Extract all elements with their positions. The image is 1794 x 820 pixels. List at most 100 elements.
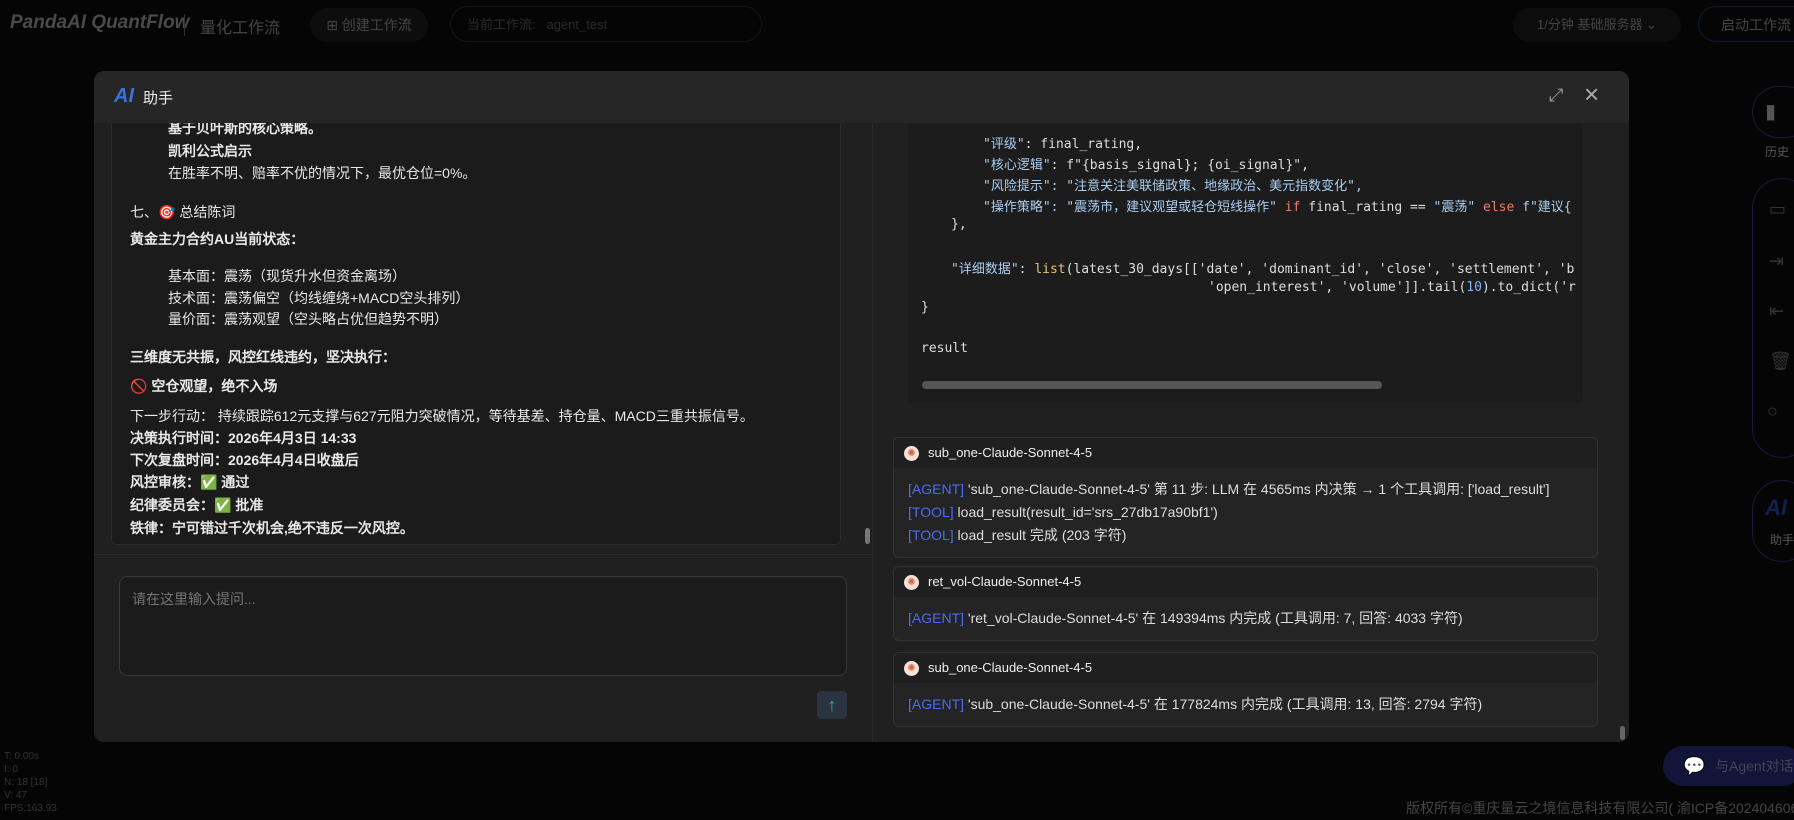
assistant-label: 助手 — [1769, 533, 1794, 547]
log-line: [AGENT] 'sub_one-Claude-Sonnet-4-5' 第 11… — [908, 478, 1583, 501]
log-text: 'sub_one-Claude-Sonnet-4-5' 第 11 步: LLM … — [964, 481, 1550, 497]
claude-avatar-icon: ✺ — [904, 446, 919, 461]
copyright-footer: 版权所有©重庆量云之境信息科技有限公司( 渝ICP备2024046064号 — [1406, 800, 1794, 816]
app-subtitle: 量化工作流 — [200, 20, 281, 37]
code-line: "详细数据": list(latest_30_days[['date', 'do… — [951, 262, 1575, 277]
chat-line: 风控审核：✅ 通过 — [130, 474, 250, 490]
expand-icon[interactable]: ⤢ — [1549, 85, 1563, 106]
log-tag: [TOOL] — [908, 504, 954, 520]
app-logo: PandaAI QuantFlow — [10, 12, 190, 33]
log-scrollbar[interactable] — [1620, 726, 1625, 740]
assistant-modal: AI 助手 ⤢ × 基于贝叶斯的核心策略。 凯利公式启示在胜率不明、赔率不优的情况… — [94, 71, 1629, 742]
agent-log-card: ✺ sub_one-Claude-Sonnet-4-5 [AGENT] 'sub_o… — [893, 652, 1598, 727]
chat-line: 三维度无共振，风控红线违约，坚决执行： — [130, 349, 396, 365]
card-body: [AGENT] 'sub_one-Claude-Sonnet-4-5' 第 11… — [894, 468, 1597, 557]
stat-n: N: 18 [18] — [4, 777, 48, 788]
agent-log-card: ✺ ret_vol-Claude-Sonnet-4-5 [AGENT] 'ret_v… — [893, 566, 1598, 641]
bar-chart-icon: ▮ — [1765, 101, 1777, 123]
circle-icon[interactable]: ○ — [1767, 401, 1778, 422]
card-body: [AGENT] 'sub_one-Claude-Sonnet-4-5' 在 17… — [894, 683, 1597, 726]
log-tag: [AGENT] — [908, 610, 965, 626]
card-header: ✺ ret_vol-Claude-Sonnet-4-5 — [894, 567, 1597, 597]
trash-icon[interactable]: 🗑 — [1769, 351, 1792, 372]
agent-name: sub_one-Claude-Sonnet-4-5 — [928, 445, 1093, 460]
log-tag: [AGENT] — [908, 481, 965, 497]
log-text: 'ret_vol-Claude-Sonnet-4-5' 在 149394ms 内… — [964, 610, 1463, 626]
log-line: [TOOL] load_result 完成 (203 字符) — [908, 524, 1583, 547]
code-block: "评级": final_rating, "核心逻辑": f"{basis_sig… — [908, 123, 1583, 403]
chat-line: 基于贝叶斯的核心策略。 — [168, 123, 322, 136]
chat-line: 下一步行动： 持续跟踪612元支撑与627元阻力突破情况，等待基差、持仓量、MA… — [130, 408, 754, 424]
code-line: "核心逻辑": f"{basis_signal}; {oi_signal}", — [983, 158, 1309, 173]
agent-chat-button[interactable]: 💬 与Agent对话 — [1663, 746, 1794, 786]
export-icon[interactable]: ⇥ — [1769, 251, 1784, 272]
chat-message: 基于贝叶斯的核心策略。 凯利公式启示在胜率不明、赔率不优的情况下，最优仓位=0%。… — [111, 123, 841, 545]
code-line: "评级": final_rating, — [983, 137, 1143, 152]
arrow-up-icon: ↑ — [827, 695, 837, 715]
close-icon[interactable]: × — [1584, 79, 1599, 110]
stat-fps: FPS:163.93 — [4, 803, 57, 814]
log-tag: [TOOL] — [908, 527, 954, 543]
chat-line: 七、🎯 总结陈词 — [130, 204, 236, 220]
divider — [94, 554, 872, 555]
start-workflow-button[interactable]: 启动工作流 — [1698, 6, 1794, 42]
claude-avatar-icon: ✺ — [904, 575, 919, 590]
assistant-logo: AI — [1765, 495, 1787, 520]
log-text: 'sub_one-Claude-Sonnet-4-5' 在 177824ms 内… — [964, 696, 1483, 712]
current-workflow[interactable]: 当前工作流: agent_test — [450, 6, 762, 42]
divider — [872, 123, 873, 742]
stat-i: I: 0 — [4, 764, 18, 775]
chat-line: 在胜率不明、赔率不优的情况下，最优仓位=0%。 — [168, 165, 477, 181]
log-line: [TOOL] load_result(result_id='srs_27db17… — [908, 501, 1583, 524]
chat-line: 量价面：震荡观望（空头略占优但趋势不明） — [168, 311, 448, 327]
chat-line: 凯利公式启示 — [168, 143, 252, 159]
claude-avatar-icon: ✺ — [904, 661, 919, 676]
code-line: } — [921, 300, 929, 315]
code-line: "操作策略": "震荡市，建议观望或轻仓短线操作" if final_ratin… — [983, 200, 1572, 215]
chat-line: 黄金主力合约AU当前状态： — [130, 231, 305, 247]
card-header: ✺ sub_one-Claude-Sonnet-4-5 — [894, 438, 1597, 468]
create-workflow-button[interactable]: ⊞ 创建工作流 — [310, 8, 428, 42]
server-select[interactable]: 1/分钟 基础服务器 ⌄ — [1513, 8, 1681, 42]
agent-chat-label: 与Agent对话 — [1715, 758, 1794, 774]
log-line: [AGENT] 'ret_vol-Claude-Sonnet-4-5' 在 14… — [908, 607, 1583, 630]
current-workflow-label: 当前工作流: — [467, 17, 536, 32]
code-line: }, — [951, 217, 967, 232]
chat-line: 技术面：震荡偏空（均线缠绕+MACD空头排列） — [168, 290, 470, 306]
log-tag: [AGENT] — [908, 696, 965, 712]
log-line: [AGENT] 'sub_one-Claude-Sonnet-4-5' 在 17… — [908, 693, 1583, 716]
chat-line: 铁律：宁可错过千次机会,绝不违反一次风控。 — [130, 520, 414, 536]
chat-line: 下次复盘时间：2026年4月4日收盘后 — [130, 452, 359, 468]
log-text: load_result 完成 (203 字符) — [953, 527, 1127, 543]
agent-log-card: ✺ sub_one-Claude-Sonnet-4-5 [AGENT] 'sub_o… — [893, 437, 1598, 558]
divider — [184, 14, 185, 36]
modal-title: 助手 — [143, 90, 174, 107]
chat-line: 🚫 空仓观望，绝不入场 — [130, 378, 278, 394]
ai-logo: AI — [114, 85, 134, 107]
chat-line: 决策执行时间：2026年4月3日 14:33 — [130, 430, 357, 446]
stat-v: V: 47 — [4, 790, 27, 801]
history-button[interactable]: ▮ — [1752, 86, 1794, 138]
card-header: ✺ sub_one-Claude-Sonnet-4-5 — [894, 653, 1597, 683]
stat-time: T: 0.00s — [4, 751, 40, 762]
agent-name: sub_one-Claude-Sonnet-4-5 — [928, 660, 1093, 675]
import-icon[interactable]: ⇤ — [1769, 301, 1784, 322]
code-line: result — [921, 341, 968, 356]
chat-bubble-icon: 💬 — [1683, 756, 1706, 776]
code-line: 'open_interest', 'volume']].tail(10).to_… — [1208, 280, 1576, 295]
history-label: 历史 — [1764, 145, 1789, 159]
log-text: load_result(result_id='srs_27db17a90bf1'… — [953, 504, 1218, 520]
question-input[interactable] — [119, 576, 847, 676]
modal-header: AI 助手 ⤢ × — [94, 71, 1629, 123]
send-button[interactable]: ↑ — [817, 691, 847, 719]
chat-scrollbar[interactable] — [865, 528, 870, 544]
save-icon[interactable]: ▭ — [1769, 199, 1786, 220]
code-horizontal-scrollbar[interactable] — [922, 381, 1382, 389]
card-body: [AGENT] 'ret_vol-Claude-Sonnet-4-5' 在 14… — [894, 597, 1597, 640]
assistant-button[interactable]: AI 助手 — [1752, 480, 1794, 562]
current-workflow-value: agent_test — [546, 17, 608, 32]
debug-stats: T: 0.00s I: 0 N: 18 [18] V: 47 FPS:163.9… — [4, 750, 57, 815]
tool-group: ▭ ⇥ ⇤ 🗑 ○ — [1752, 178, 1794, 458]
agent-name: ret_vol-Claude-Sonnet-4-5 — [928, 574, 1082, 589]
code-line: "风险提示": "注意关注美联储政策、地缘政治、美元指数变化", — [983, 179, 1363, 194]
